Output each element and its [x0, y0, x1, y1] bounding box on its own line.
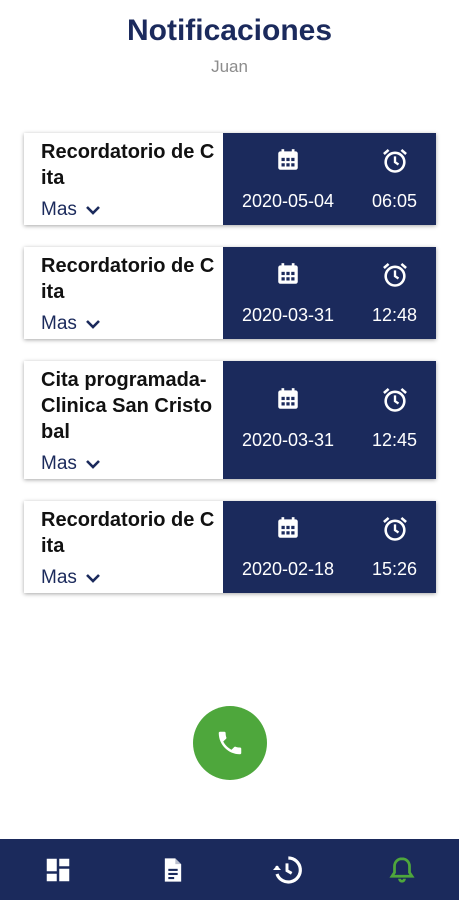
notification-info: Recordatorio de Cita Mas [24, 501, 223, 593]
calendar-icon [278, 517, 298, 538]
more-label: Mas [41, 199, 77, 220]
bottom-nav [0, 839, 459, 900]
notification-card[interactable]: Recordatorio de Cita Mas 2020-05-04 06:0… [24, 133, 436, 225]
calendar-icon [278, 388, 298, 409]
notification-time: 06:05 [371, 191, 418, 211]
notification-date: 2020-03-31 [241, 430, 335, 450]
bell-icon [389, 857, 415, 883]
more-label: Mas [41, 453, 77, 474]
nav-dashboard[interactable] [41, 853, 75, 887]
notification-info: Cita programada-Clinica San Cristobal Ma… [24, 361, 223, 479]
notification-datetime: 2020-03-31 12:48 [223, 247, 436, 339]
more-button[interactable]: Mas [41, 453, 101, 475]
notification-card[interactable]: Recordatorio de Cita Mas 2020-03-31 12:4… [24, 247, 436, 339]
chevron-down-icon [85, 574, 100, 583]
alarm-clock-icon [382, 387, 407, 412]
notification-info: Recordatorio de Cita Mas [24, 133, 223, 225]
calendar-icon [278, 263, 298, 284]
nav-documents[interactable] [156, 853, 190, 887]
notification-time: 15:26 [371, 559, 418, 579]
nav-notifications[interactable] [385, 853, 419, 887]
notification-date: 2020-05-04 [241, 191, 335, 211]
notification-card[interactable]: Recordatorio de Cita Mas 2020-02-18 15:2… [24, 501, 436, 593]
more-button[interactable]: Mas [41, 199, 101, 221]
more-label: Mas [41, 313, 77, 334]
more-button[interactable]: Mas [41, 313, 101, 335]
alarm-clock-icon [382, 148, 407, 173]
notification-card[interactable]: Cita programada-Clinica San Cristobal Ma… [24, 361, 436, 479]
notification-info: Recordatorio de Cita Mas [24, 247, 223, 339]
notification-title: Recordatorio de Cita [41, 141, 215, 189]
user-name: Juan [211, 57, 248, 76]
more-label: Mas [41, 567, 77, 588]
notification-datetime: 2020-03-31 12:45 [223, 361, 436, 479]
notification-title: Cita programada-Clinica San Cristobal [41, 369, 213, 443]
more-button[interactable]: Mas [41, 567, 101, 589]
chevron-down-icon [85, 460, 100, 469]
document-icon [164, 858, 182, 882]
page-title: Notificaciones [126, 14, 333, 47]
calendar-icon [278, 149, 298, 170]
notification-datetime: 2020-02-18 15:26 [223, 501, 436, 593]
notification-datetime: 2020-05-04 06:05 [223, 133, 436, 225]
call-button[interactable] [193, 706, 267, 780]
alarm-clock-icon [382, 516, 407, 541]
alarm-clock-icon [382, 262, 407, 287]
dashboard-icon [46, 858, 70, 882]
history-icon [273, 856, 302, 884]
nav-history[interactable] [270, 853, 304, 887]
notification-title: Recordatorio de Cita [41, 255, 215, 303]
notification-date: 2020-02-18 [241, 559, 335, 579]
chevron-down-icon [85, 320, 100, 329]
phone-icon [218, 731, 242, 755]
notification-time: 12:45 [371, 430, 418, 450]
notification-time: 12:48 [371, 305, 418, 325]
chevron-down-icon [85, 206, 100, 215]
notification-date: 2020-03-31 [241, 305, 335, 325]
notification-title: Recordatorio de Cita [41, 509, 215, 557]
